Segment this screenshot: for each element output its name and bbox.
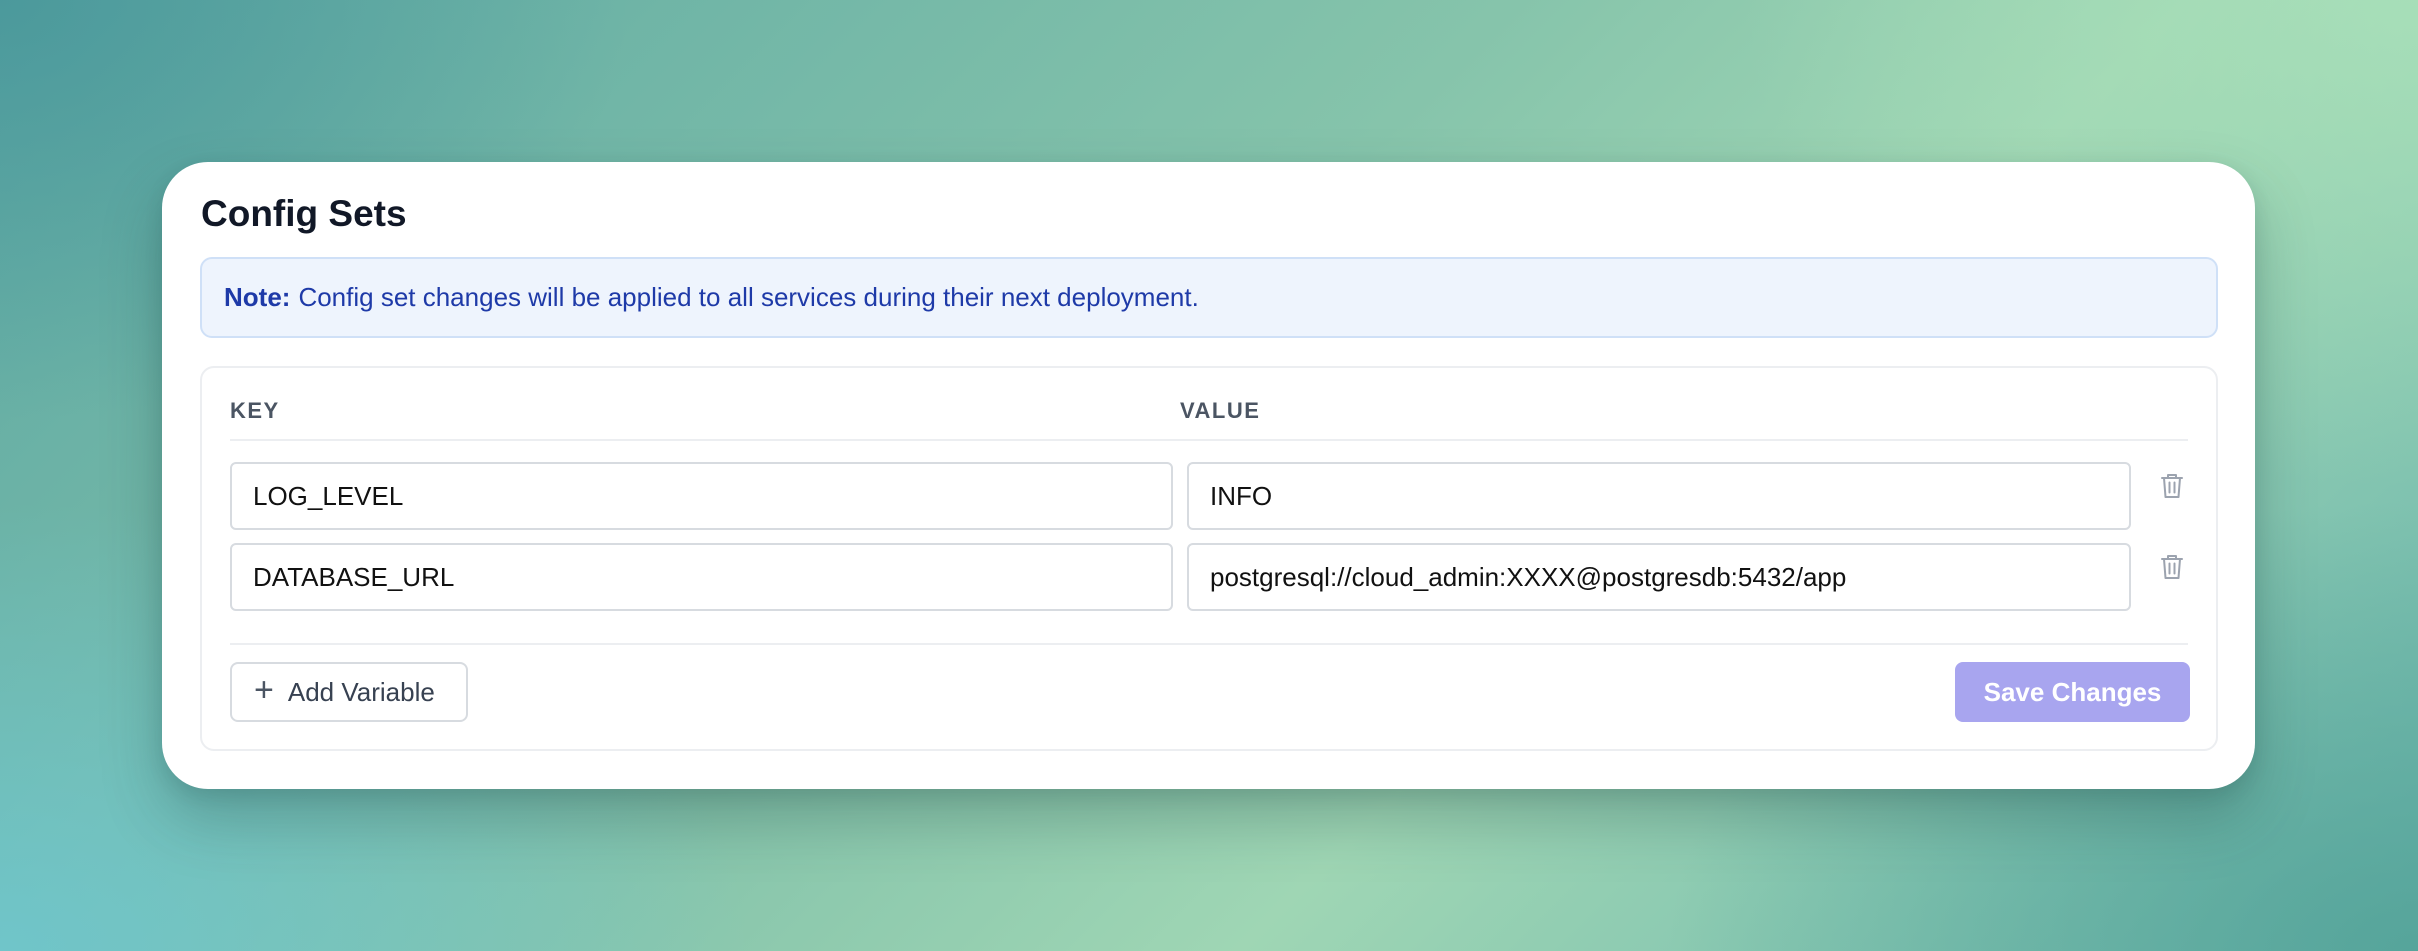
column-header-key: KEY bbox=[230, 398, 280, 423]
plus-icon: + bbox=[254, 671, 274, 709]
save-changes-button[interactable]: Save Changes bbox=[1955, 662, 2190, 722]
variables-panel: KEY VALUE LOG_LEVEL INFO DATABASE_URL po… bbox=[200, 366, 2218, 751]
value-input[interactable] bbox=[1187, 543, 2131, 611]
add-variable-label: Add Variable bbox=[287, 676, 435, 707]
info-note: Note: Config set changes will be applied… bbox=[200, 257, 2218, 338]
config-sets-card: Config Sets Note: Config set changes wil… bbox=[162, 162, 2255, 789]
variable-row bbox=[230, 462, 2190, 530]
key-input[interactable] bbox=[230, 462, 1173, 530]
delete-row-button[interactable] bbox=[2154, 468, 2190, 504]
trash-icon bbox=[2161, 474, 2183, 498]
variable-row bbox=[230, 543, 2190, 611]
page-title: Config Sets bbox=[201, 193, 407, 234]
value-input[interactable] bbox=[1187, 462, 2131, 530]
note-text: Config set changes will be applied to al… bbox=[298, 282, 1199, 312]
trash-icon bbox=[2161, 555, 2183, 579]
add-variable-button[interactable]: + Add Variable bbox=[230, 662, 468, 722]
key-input[interactable] bbox=[230, 543, 1173, 611]
header-divider bbox=[230, 439, 2188, 441]
delete-row-button[interactable] bbox=[2154, 549, 2190, 585]
footer-divider bbox=[230, 643, 2188, 645]
column-header-value: VALUE bbox=[1180, 398, 1261, 423]
note-label: Note: bbox=[224, 282, 291, 312]
